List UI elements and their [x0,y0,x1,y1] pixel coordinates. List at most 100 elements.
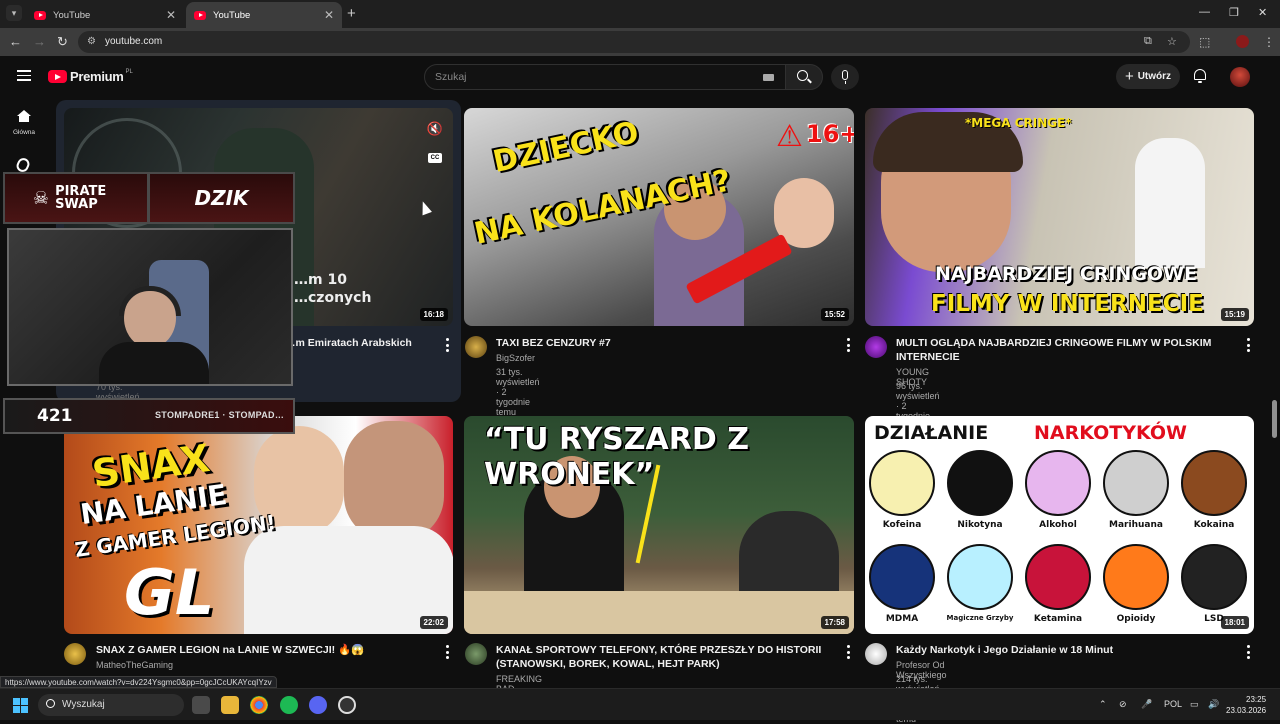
search-button[interactable] [785,64,823,90]
video-title[interactable]: …m Emiratach Arabskich [285,336,435,350]
video-thumbnail[interactable]: SNAX NA LANIE Z GAMER LEGION! GL 22:02 [64,416,453,634]
search-input[interactable] [435,69,745,85]
more-actions-icon[interactable] [1247,338,1250,355]
youtube-favicon-icon [194,10,206,20]
discord-icon[interactable] [309,696,327,714]
warning-icon: ⚠ [776,120,803,153]
channel-avatar[interactable] [64,643,86,665]
more-actions-icon[interactable] [847,338,850,355]
mute-icon[interactable]: 🔇 [427,121,443,137]
window-close-icon[interactable]: ✕ [1258,6,1267,19]
more-actions-icon[interactable] [446,645,449,662]
address-bar[interactable]: ⚙ youtube.com ⧉ ☆ [78,31,1190,53]
substance-icon [869,450,935,516]
install-app-icon[interactable]: ⧉ [1144,35,1152,48]
task-view-icon[interactable] [192,696,210,714]
video-title[interactable]: Każdy Narkotyk i Jego Działanie w 18 Min… [896,643,1236,657]
display-icon[interactable]: ▭ [1190,699,1199,710]
voice-search-button[interactable] [831,64,859,90]
channel-name[interactable]: MatheoTheGaming [96,660,173,670]
bride-silhouette [1135,138,1205,268]
thumbnail-caption: …m 10 …czonych [294,272,372,306]
more-actions-icon[interactable] [1247,645,1250,662]
video-thumbnail[interactable]: DZIECKO NA KOLANACH? ⚠ 16+ 15:52 [464,108,854,326]
volume-icon[interactable]: 🔊 [1208,699,1219,710]
channel-name[interactable]: BigSzofer [496,353,535,363]
substance-icon [869,544,935,610]
substance-label: Nikotyna [957,520,1003,530]
streamer-body [99,342,209,384]
keyboard-icon[interactable] [763,74,774,81]
browser-menu-icon[interactable]: ⋮ [1263,35,1275,49]
video-thumbnail[interactable]: “TU RYSZARD Z WRONEK” 17:58 [464,416,854,634]
video-duration: 17:58 [820,616,849,629]
network-off-icon[interactable]: ⊘ [1119,699,1127,710]
browser-profile-avatar[interactable] [1236,35,1249,48]
age-badge: 16+ [806,120,854,148]
channel-avatar[interactable] [465,336,487,358]
back-icon[interactable]: ← [9,34,22,49]
tab-close-icon[interactable]: ✕ [166,8,176,22]
page-scrollbar[interactable] [1272,400,1277,438]
browser-tab[interactable]: YouTube ✕ [26,2,184,28]
substance-label: Kofeina [882,520,922,530]
microphone-tray-icon[interactable]: 🎤 [1141,699,1152,710]
create-button[interactable]: + Utwórz [1116,64,1180,89]
video-title[interactable]: KANAŁ SPORTOWY TELEFONY, KTÓRE PRZESZŁY … [496,643,836,671]
microphone-icon [842,70,848,80]
sidebar-item-home-label[interactable]: Główna [0,129,48,136]
notifications-bell-icon[interactable] [1193,69,1207,83]
tray-overflow-icon[interactable]: ⌃ [1099,699,1107,710]
minimize-icon[interactable]: — [1199,6,1210,18]
more-actions-icon[interactable] [446,338,449,355]
channel-avatar[interactable] [465,643,487,665]
tab-close-icon[interactable]: ✕ [324,8,334,22]
extensions-icon[interactable]: ⬚ [1199,35,1210,49]
site-info-icon[interactable]: ⚙ [87,36,99,48]
video-title[interactable]: SNAX Z GAMER LEGION na LANIE W SZWECJI! … [96,643,436,657]
video-title[interactable]: TAXI BEZ CENZURY #7 [496,336,836,350]
forward-icon[interactable]: → [33,34,46,49]
sponsor-dzik-logo: DZIK [148,172,295,224]
video-meta: 31 tys. wyświetleń · 2 tygodnie temu [496,367,540,417]
more-actions-icon[interactable] [847,645,850,662]
logo-text: Premium [70,69,124,84]
menu-icon[interactable] [17,70,31,81]
channel-avatar[interactable] [865,336,887,358]
windows-start-icon[interactable] [13,698,28,713]
chrome-icon[interactable] [250,696,268,714]
youtube-premium-logo[interactable]: Premium PL [48,69,133,84]
video-thumbnail[interactable]: DZIAŁANIE NARKOTYKÓW Kofeina Nikotyna Alko… [865,416,1254,634]
url-text[interactable]: youtube.com [105,36,162,47]
video-duration: 15:19 [1220,308,1249,321]
language-indicator[interactable]: POL [1164,699,1182,709]
desk-shape [464,591,854,634]
new-tab-icon[interactable]: + [347,5,356,22]
player-face [344,421,444,541]
streamer-handle: STOMPADRE1 · STOMPAD… [155,410,285,420]
obs-icon[interactable] [338,696,356,714]
restore-icon[interactable]: ❐ [1229,6,1239,19]
substance-icon [1103,544,1169,610]
stream-overlay: ☠ PIRATE SWAP DZIK 421 STOMPADRE1 · STOM… [3,172,296,436]
account-avatar[interactable] [1230,67,1250,87]
spotify-icon[interactable] [280,696,298,714]
reload-icon[interactable]: ↻ [57,34,68,50]
create-label: Utwórz [1137,71,1172,82]
thumbnail-text-2: FILMY W INTERNECIE [931,291,1204,317]
sponsor-2-text: DZIK [194,186,249,210]
thumbnail-heading-2: NARKOTYKÓW [1034,422,1187,444]
video-duration: 18:01 [1220,616,1249,629]
tab-search-dropdown-icon[interactable]: ▾ [6,5,22,21]
taskbar-search[interactable]: Wyszukaj [38,694,184,716]
system-clock[interactable]: 23:25 23.03.2026 [1226,694,1266,716]
video-title[interactable]: MULTI OGLĄDA NAJBARDZIEJ CRINGOWE FILMY … [896,336,1236,364]
browser-tab-active[interactable]: YouTube ✕ [186,2,342,28]
home-icon[interactable] [17,110,31,122]
channel-avatar[interactable] [865,643,887,665]
video-thumbnail[interactable]: *MEGA CRINGE* NAJBARDZIEJ CRINGOWE FILMY… [865,108,1254,326]
thumbnail-text-1: NAJBARDZIEJ CRINGOWE [935,263,1198,285]
captions-icon[interactable]: CC [428,153,442,163]
bookmark-star-icon[interactable]: ☆ [1167,35,1177,48]
file-explorer-icon[interactable] [221,696,239,714]
